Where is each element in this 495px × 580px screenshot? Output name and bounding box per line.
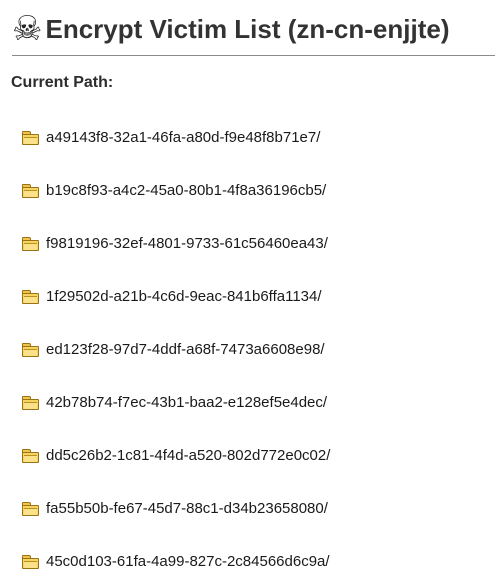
directory-entry[interactable]: 42b78b74-f7ec-43b1-baa2-e128ef5e4dec/ [22, 392, 327, 412]
directory-entry[interactable]: 1f29502d-a21b-4c6d-9eac-841b6ffa1134/ [22, 286, 322, 306]
skull-and-crossbones-icon: ☠ [12, 9, 43, 49]
directory-entry[interactable]: ed123f28-97d7-4ddf-a68f-7473a6608e98/ [22, 339, 325, 359]
directory-entry[interactable]: fa55b50b-fe67-45d7-88c1-d34b23658080/ [22, 498, 328, 518]
directory-entry[interactable]: dd5c26b2-1c81-4f4d-a520-802d772e0c02/ [22, 445, 330, 465]
folder-icon [22, 236, 39, 251]
directory-link[interactable]: fa55b50b-fe67-45d7-88c1-d34b23658080/ [46, 500, 328, 517]
directory-link[interactable]: b19c8f93-a4c2-45a0-80b1-4f8a36196cb5/ [46, 182, 326, 199]
page-title: Encrypt Victim List (zn-cn-enjjte) [45, 13, 450, 44]
folder-icon [22, 289, 39, 304]
folder-icon [22, 554, 39, 569]
folder-icon [22, 130, 39, 145]
folder-icon [22, 183, 39, 198]
directory-entry[interactable]: b19c8f93-a4c2-45a0-80b1-4f8a36196cb5/ [22, 180, 326, 200]
directory-entry[interactable]: 45c0d103-61fa-4a99-827c-2c84566d6c9a/ [22, 551, 330, 571]
directory-link[interactable]: 45c0d103-61fa-4a99-827c-2c84566d6c9a/ [46, 553, 330, 570]
directory-link[interactable]: a49143f8-32a1-46fa-a80d-f9e48f8b71e7/ [46, 129, 320, 146]
page-header: ☠ Encrypt Victim List (zn-cn-enjjte) [12, 0, 494, 46]
directory-link[interactable]: f9819196-32ef-4801-9733-61c56460ea43/ [46, 235, 328, 252]
folder-icon [22, 342, 39, 357]
directory-link[interactable]: 1f29502d-a21b-4c6d-9eac-841b6ffa1134/ [46, 288, 322, 305]
directory-entry[interactable]: a49143f8-32a1-46fa-a80d-f9e48f8b71e7/ [22, 127, 320, 147]
directory-link[interactable]: 42b78b74-f7ec-43b1-baa2-e128ef5e4dec/ [46, 394, 327, 411]
folder-icon [22, 448, 39, 463]
directory-link[interactable]: ed123f28-97d7-4ddf-a68f-7473a6608e98/ [46, 341, 325, 358]
folder-icon [22, 395, 39, 410]
directory-entry[interactable]: f9819196-32ef-4801-9733-61c56460ea43/ [22, 233, 328, 253]
directory-link[interactable]: dd5c26b2-1c81-4f4d-a520-802d772e0c02/ [46, 447, 330, 464]
header-divider [12, 55, 495, 56]
folder-icon [22, 501, 39, 516]
current-path-label: Current Path: [11, 74, 114, 91]
